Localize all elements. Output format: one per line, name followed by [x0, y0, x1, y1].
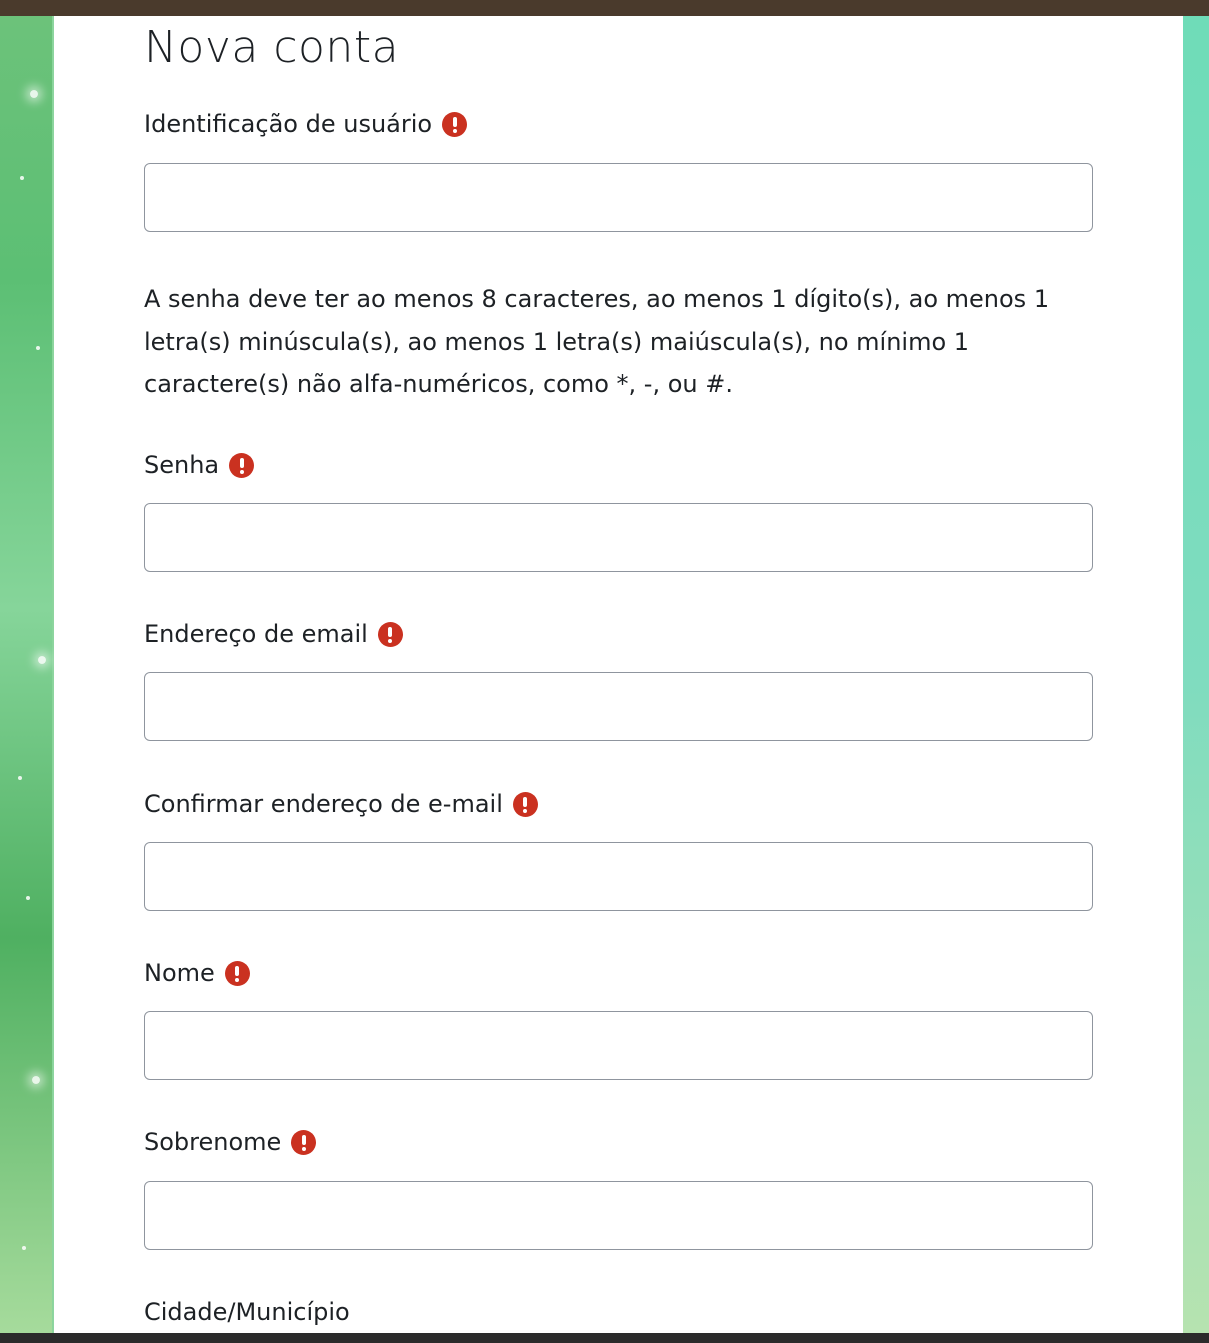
confirm-email-label: Confirmar endereço de e-mail [144, 790, 538, 818]
username-label: Identificação de usuário [144, 110, 468, 138]
exclamation-circle-icon [442, 111, 468, 137]
exclamation-circle-icon [229, 452, 255, 478]
confirm-email-label-text: Confirmar endereço de e-mail [144, 790, 503, 818]
confirm-email-input[interactable] [144, 842, 1093, 911]
bottom-bar [0, 1333, 1209, 1343]
email-label-text: Endereço de email [144, 620, 368, 648]
sparkle [32, 1076, 40, 1084]
first-name-input[interactable] [144, 1011, 1093, 1080]
last-name-input[interactable] [144, 1181, 1093, 1250]
password-input[interactable] [144, 503, 1093, 572]
last-name-label: Sobrenome [144, 1128, 317, 1156]
sparkle [38, 656, 46, 664]
exclamation-circle-icon [512, 791, 538, 817]
exclamation-circle-icon [377, 621, 403, 647]
sparkle [20, 176, 24, 180]
top-bar [0, 0, 1209, 16]
password-policy-text: A senha deve ter ao menos 8 caracteres, … [144, 285, 1050, 398]
password-label: Senha [144, 451, 255, 479]
password-label-text: Senha [144, 451, 220, 479]
background-right [1183, 16, 1209, 1333]
page-title: Nova conta [144, 22, 400, 73]
exclamation-circle-icon [224, 960, 250, 986]
first-name-label: Nome [144, 959, 250, 987]
sparkle [26, 896, 30, 900]
email-input[interactable] [144, 672, 1093, 741]
sparkle [22, 1246, 26, 1250]
sparkle [18, 776, 22, 780]
city-label: Cidade/Município [144, 1298, 350, 1326]
sparkle [30, 90, 38, 98]
sparkle [36, 346, 40, 350]
city-label-text: Cidade/Município [144, 1298, 350, 1326]
signup-form-card: Nova conta Identificação de usuário A se… [54, 16, 1183, 1333]
username-label-text: Identificação de usuário [144, 110, 433, 138]
last-name-label-text: Sobrenome [144, 1128, 282, 1156]
background-left [0, 16, 52, 1333]
exclamation-circle-icon [291, 1129, 317, 1155]
first-name-label-text: Nome [144, 959, 215, 987]
email-label: Endereço de email [144, 620, 403, 648]
username-input[interactable] [144, 163, 1093, 232]
